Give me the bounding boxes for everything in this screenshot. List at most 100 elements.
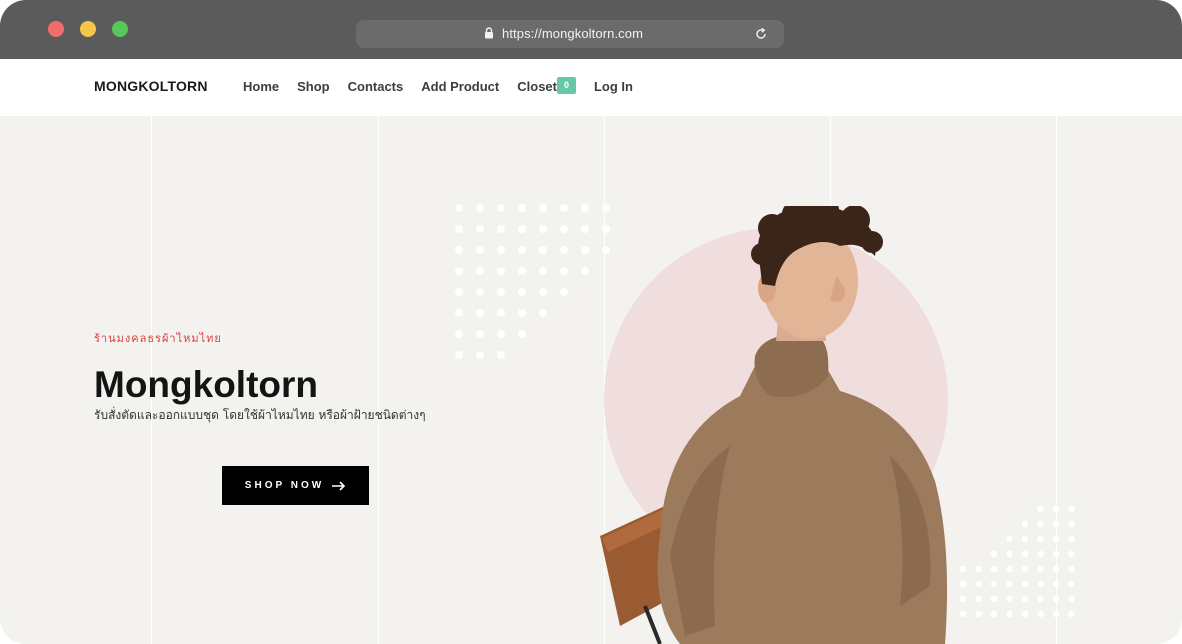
decorative-dot <box>1068 520 1075 528</box>
decorative-dot <box>518 246 526 254</box>
url-text: https://mongkoltorn.com <box>502 26 644 41</box>
decorative-dot <box>476 330 484 338</box>
decorative-dot <box>539 225 547 233</box>
decorative-dot <box>1021 565 1029 573</box>
nav-contacts-link[interactable]: Contacts <box>348 79 404 94</box>
address-bar[interactable]: https://mongkoltorn.com <box>356 20 784 48</box>
decorative-dot <box>1037 505 1044 513</box>
decorative-dot <box>1068 580 1075 588</box>
decorative-dot <box>560 225 568 233</box>
decorative-dot <box>497 267 505 275</box>
decorative-dot <box>455 204 463 212</box>
decorative-dot <box>518 204 526 212</box>
decorative-dot <box>1006 565 1013 573</box>
decorative-dot <box>518 267 526 275</box>
decorative-dot <box>560 267 568 275</box>
decorative-dot <box>1006 550 1013 558</box>
decorative-dot <box>518 309 526 317</box>
browser-chrome: https://mongkoltorn.com <box>0 0 1182 59</box>
decorative-dot <box>1037 535 1044 543</box>
decorative-dot <box>990 550 998 558</box>
decorative-dot <box>455 309 463 317</box>
decorative-dot <box>1068 565 1075 573</box>
decorative-dot <box>1037 550 1044 558</box>
decorative-dot <box>1052 505 1060 513</box>
browser-window: https://mongkoltorn.com MONGKOLTORN Home… <box>0 0 1182 644</box>
decorative-dot <box>518 288 526 296</box>
decorative-dot <box>990 610 998 618</box>
decorative-dot <box>476 204 484 212</box>
decorative-dot <box>497 246 505 254</box>
decorative-dot <box>497 351 505 359</box>
decorative-dot <box>1052 535 1060 543</box>
decorative-dot <box>1006 580 1013 588</box>
decorative-dot <box>455 225 463 233</box>
nav-login-link[interactable]: Log In <box>594 79 633 94</box>
decorative-dot <box>1068 535 1075 543</box>
closet-label: Closet <box>517 79 557 94</box>
decorative-dot <box>990 580 998 588</box>
decorative-dot <box>560 204 568 212</box>
decorative-dot <box>1037 595 1044 603</box>
nav-closet-link[interactable]: Closet 0 <box>517 77 576 94</box>
site-navbar: MONGKOLTORN Home Shop Contacts Add Produ… <box>0 59 1182 116</box>
decorative-dot <box>1021 610 1029 618</box>
decorative-dot <box>476 225 484 233</box>
decorative-dot <box>455 246 463 254</box>
decorative-dot <box>497 330 505 338</box>
maximize-window-button[interactable] <box>112 21 128 37</box>
decorative-dot <box>1068 595 1075 603</box>
decorative-dot <box>581 267 589 275</box>
decorative-dot <box>1021 595 1029 603</box>
nav-shop-link[interactable]: Shop <box>297 79 330 94</box>
nav-add-product-link[interactable]: Add Product <box>421 79 499 94</box>
decorative-dot <box>539 288 547 296</box>
decorative-dot <box>539 246 547 254</box>
decorative-dot <box>497 204 505 212</box>
shop-now-button[interactable]: SHOP NOW <box>222 466 369 505</box>
grid-line <box>378 116 379 644</box>
nav-links: Home Shop Contacts Add Product Closet 0 … <box>243 77 651 94</box>
decorative-dot <box>1037 520 1044 528</box>
decorative-dot <box>1068 610 1075 618</box>
lock-icon <box>485 27 493 39</box>
shop-now-label: SHOP NOW <box>244 480 325 491</box>
decorative-dot <box>476 246 484 254</box>
decorative-dot <box>497 288 505 296</box>
decorative-dot <box>1037 565 1044 573</box>
decorative-dot <box>1068 505 1075 513</box>
decorative-dot <box>1021 550 1029 558</box>
decorative-dot <box>1037 580 1044 588</box>
hero-section: ร้านมงคลธรผ้าไหมไทย Mongkoltorn รับสั่งต… <box>0 116 1182 644</box>
decorative-dot <box>1021 580 1029 588</box>
decorative-dot <box>1021 520 1029 528</box>
site-logo[interactable]: MONGKOLTORN <box>94 78 208 94</box>
close-window-button[interactable] <box>48 21 64 37</box>
decorative-dot <box>560 246 568 254</box>
decorative-dot <box>455 330 463 338</box>
decorative-dot <box>455 288 463 296</box>
nav-home-link[interactable]: Home <box>243 79 279 94</box>
decorative-dot <box>1021 535 1029 543</box>
closet-count-badge: 0 <box>556 77 576 94</box>
decorative-dot <box>1006 535 1013 543</box>
decorative-dot <box>1068 550 1075 558</box>
minimize-window-button[interactable] <box>80 21 96 37</box>
decorative-dot <box>518 330 526 338</box>
decorative-dot <box>497 225 505 233</box>
decorative-dot <box>539 204 547 212</box>
reload-icon[interactable] <box>754 27 768 41</box>
decorative-dot <box>1052 595 1060 603</box>
model-photo <box>600 206 948 644</box>
decorative-dot <box>560 288 568 296</box>
hero-title: Mongkoltorn <box>94 364 319 405</box>
decorative-dot <box>1037 610 1044 618</box>
decorative-dot <box>1052 580 1060 588</box>
decorative-dot <box>1052 520 1060 528</box>
arrow-right-icon <box>332 480 346 491</box>
decorative-dot <box>581 225 589 233</box>
decorative-dot <box>581 204 589 212</box>
decorative-dot <box>1052 550 1060 558</box>
decorative-dot <box>990 595 998 603</box>
decorative-dot <box>476 309 484 317</box>
